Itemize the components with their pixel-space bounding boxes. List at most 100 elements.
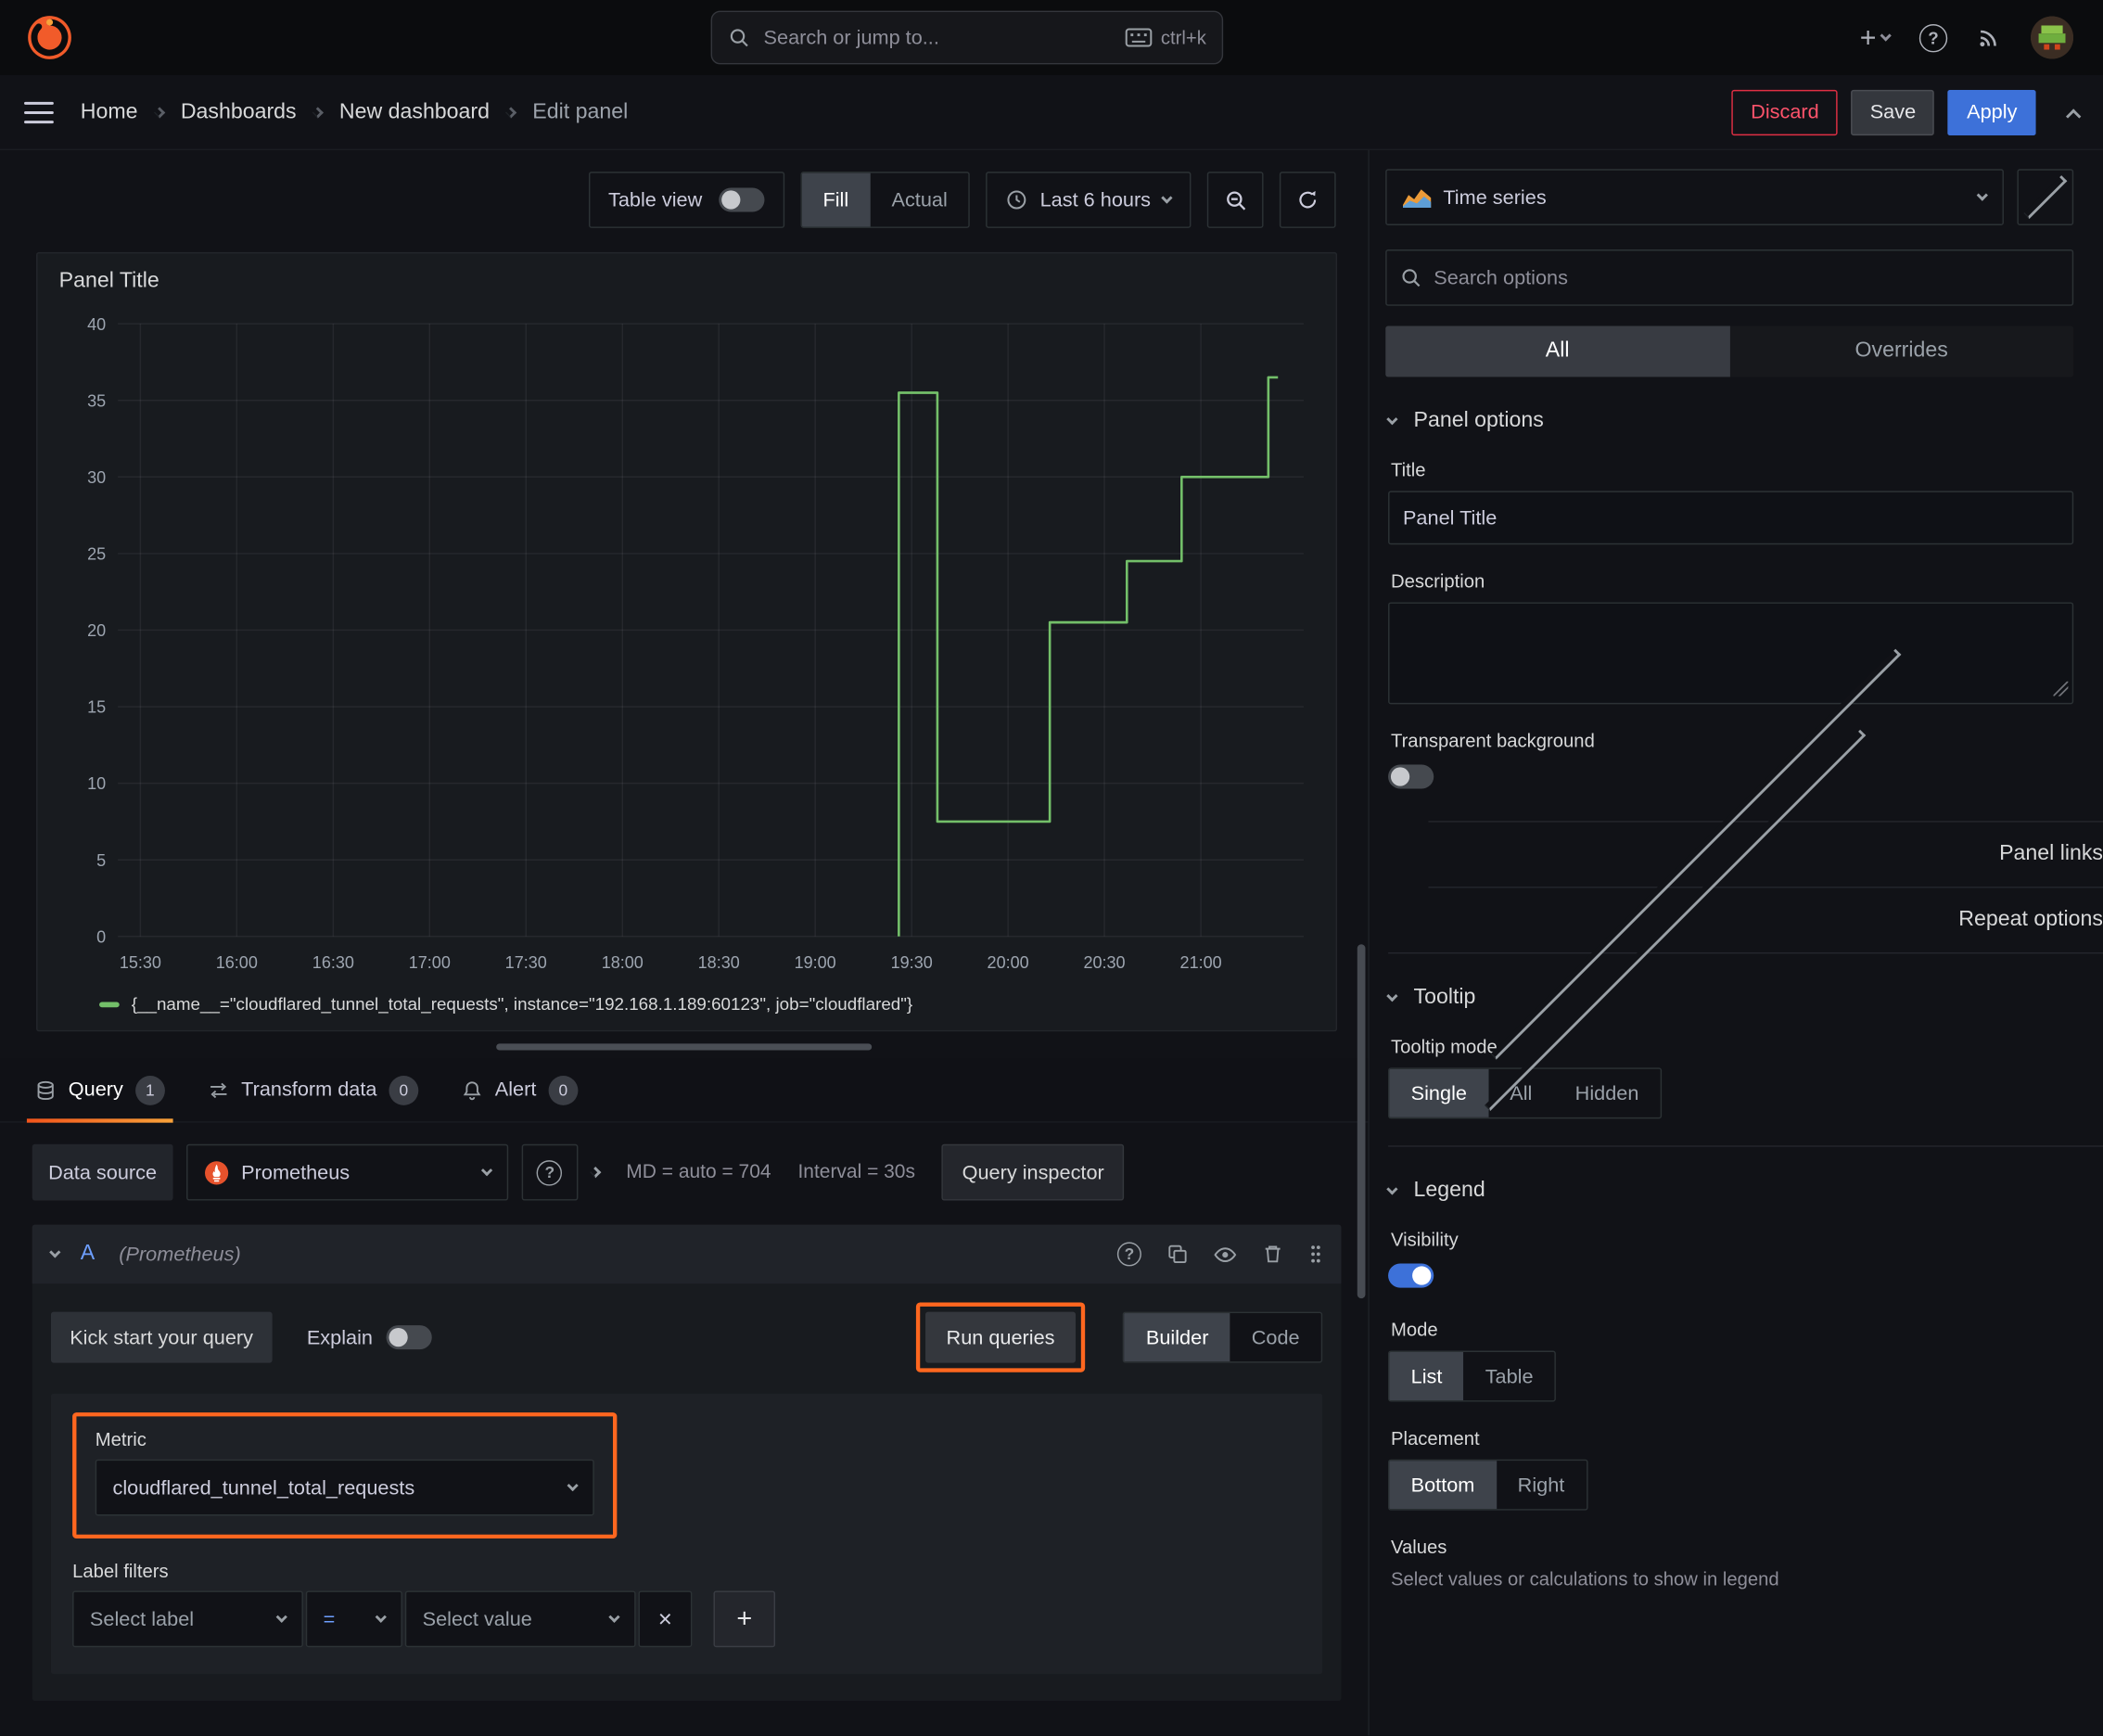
label-filter-row: Select label = Select value × + (72, 1590, 1301, 1648)
visualization-picker[interactable]: Time series (1385, 169, 2004, 225)
actual-option[interactable]: Actual (870, 173, 969, 227)
legend-title: Legend (1413, 1179, 1485, 1202)
svg-text:20: 20 (87, 620, 106, 640)
discard-button[interactable]: Discard (1731, 89, 1838, 135)
builder-option[interactable]: Builder (1124, 1313, 1230, 1362)
add-filter-button[interactable]: + (713, 1590, 776, 1648)
transparent-background-toggle[interactable] (1388, 764, 1434, 789)
user-avatar[interactable] (2030, 16, 2074, 59)
tab-overrides[interactable]: Overrides (1729, 326, 2073, 377)
legend-visibility-toggle[interactable] (1388, 1263, 1434, 1288)
tooltip-mode-single[interactable]: Single (1389, 1068, 1489, 1117)
expand-query-options-button[interactable] (589, 1167, 602, 1179)
grafana-logo-icon[interactable] (24, 12, 75, 63)
delete-query-button[interactable] (1262, 1244, 1283, 1265)
duplicate-query-button[interactable] (1166, 1244, 1188, 1265)
collapse-row-icon[interactable] (49, 1246, 61, 1258)
menu-toggle-button[interactable] (24, 98, 54, 125)
run-queries-button[interactable]: Run queries (924, 1311, 1077, 1363)
visibility-row (1388, 1263, 2073, 1294)
fill-option[interactable]: Fill (801, 172, 871, 227)
metric-select[interactable]: cloudflared_tunnel_total_requests (95, 1459, 594, 1516)
panel-title-input[interactable] (1388, 491, 2074, 545)
svg-text:35: 35 (87, 390, 106, 410)
table-view-toggle[interactable] (718, 187, 764, 212)
legend-values-help: Select values or calculations to show in… (1390, 1567, 1779, 1590)
chevron-down-icon (1976, 189, 1988, 201)
global-search-box[interactable]: ctrl+k (711, 10, 1224, 65)
toggle-visibility-button[interactable] (1214, 1243, 1237, 1266)
datasource-value: Prometheus (241, 1160, 350, 1184)
query-help-button[interactable]: ? (1116, 1242, 1141, 1267)
operator-dropdown[interactable]: = (305, 1590, 402, 1648)
legend-placement-right[interactable]: Right (1497, 1461, 1587, 1509)
datasource-picker[interactable]: Prometheus (185, 1143, 509, 1201)
help-button[interactable]: ? (1918, 23, 1948, 52)
horizontal-scrollbar[interactable] (496, 1043, 873, 1051)
chevron-down-icon (567, 1479, 579, 1492)
chevron-right-icon (312, 106, 324, 118)
breadcrumb-new-dashboard[interactable]: New dashboard (339, 100, 490, 124)
svg-text:16:30: 16:30 (312, 952, 354, 972)
collapse-options-pane-button[interactable] (2017, 169, 2074, 225)
panel-title: Panel Title (58, 269, 159, 293)
code-option[interactable]: Code (1230, 1313, 1321, 1361)
query-inspector-button[interactable]: Query inspector (941, 1143, 1125, 1201)
query-row-header[interactable]: A (Prometheus) ? (32, 1224, 1342, 1284)
select-label-placeholder: Select label (89, 1607, 195, 1631)
timeseries-chart[interactable]: 0 5 10 15 20 25 30 35 40 15:30 16:00 16:30 17:00 17:3… (59, 301, 1315, 989)
panel-options-body: Title Description Transparent background (1388, 459, 2074, 795)
select-label-dropdown[interactable]: Select label (72, 1590, 303, 1648)
repeat-options-section[interactable]: Repeat options (1409, 729, 2103, 1112)
refresh-button[interactable] (1279, 172, 1336, 228)
remove-filter-button[interactable]: × (638, 1590, 693, 1648)
vertical-scrollbar[interactable] (1357, 944, 1366, 1299)
tab-query[interactable]: Query 1 (19, 1058, 181, 1123)
query-row-card: A (Prometheus) ? Kick start your query E… (32, 1224, 1342, 1702)
kick-start-button[interactable]: Kick start your query (50, 1311, 273, 1363)
visibility-label: Visibility (1390, 1228, 1459, 1251)
options-search-box[interactable] (1385, 249, 2074, 306)
chevron-down-icon (1386, 989, 1398, 1002)
chart-legend-item[interactable]: {__name__="cloudflared_tunnel_total_requ… (59, 989, 1315, 1022)
chevron-down-icon (375, 1611, 387, 1623)
tab-alert[interactable]: Alert 0 (445, 1058, 593, 1121)
panel-options-header[interactable]: Panel options (1386, 409, 1544, 433)
legend-mode-table[interactable]: Table (1464, 1352, 1555, 1400)
news-feed-button[interactable] (1977, 25, 2001, 49)
svg-text:20:30: 20:30 (1083, 952, 1125, 972)
breadcrumb-dashboards[interactable]: Dashboards (181, 100, 297, 124)
question-icon: ? (1918, 23, 1948, 52)
svg-text:17:00: 17:00 (409, 952, 451, 972)
table-view-label: Table view (607, 188, 703, 211)
tooltip-title: Tooltip (1413, 986, 1476, 1009)
datasource-row: Data source Prometheus ? MD = auto = 704… (32, 1143, 1342, 1201)
zoom-out-button[interactable] (1206, 172, 1264, 228)
legend-header[interactable]: Legend (1386, 1179, 1485, 1203)
add-new-button[interactable]: + (1860, 23, 1892, 52)
tab-transform[interactable]: Transform data 0 (192, 1058, 435, 1121)
options-search-input[interactable] (1434, 266, 2059, 289)
query-builder-area: Metric cloudflared_tunnel_total_requests… (50, 1393, 1323, 1675)
apply-button[interactable]: Apply (1947, 89, 2036, 135)
collapse-header-button[interactable] (2065, 107, 2082, 124)
preview-toolbar: Table view Fill Actual Last 6 hours (0, 150, 1368, 244)
select-value-placeholder: Select value (422, 1607, 532, 1631)
svg-text:25: 25 (87, 543, 106, 563)
global-search-input[interactable] (763, 26, 1112, 49)
select-value-dropdown[interactable]: Select value (404, 1590, 636, 1648)
explain-toggle[interactable] (386, 1325, 432, 1350)
datasource-help-button[interactable]: ? (521, 1143, 579, 1201)
time-range-picker[interactable]: Last 6 hours (986, 172, 1192, 228)
tab-all-options[interactable]: All (1385, 326, 1730, 377)
tooltip-header[interactable]: Tooltip (1386, 986, 1476, 1010)
panel-description-input[interactable] (1388, 602, 2074, 705)
explain-control: Explain (307, 1325, 432, 1350)
legend-placement-bottom[interactable]: Bottom (1389, 1461, 1497, 1510)
save-button[interactable]: Save (1851, 89, 1935, 135)
legend-mode-label: Mode (1390, 1318, 1438, 1340)
tooltip-mode-hidden[interactable]: Hidden (1554, 1069, 1661, 1117)
drag-handle[interactable] (1309, 1244, 1322, 1265)
legend-mode-list[interactable]: List (1389, 1351, 1464, 1401)
breadcrumb-home[interactable]: Home (81, 100, 138, 124)
